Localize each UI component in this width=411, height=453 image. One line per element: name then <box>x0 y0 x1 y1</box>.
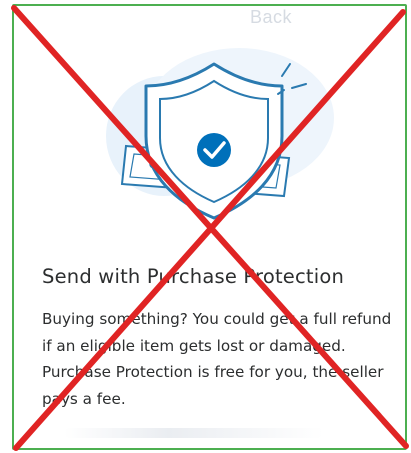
faded-bottom-element <box>64 428 324 438</box>
description-text: Buying something? You could get a full r… <box>42 310 392 408</box>
page: Back Send with Purchase Protection Buyin… <box>0 0 411 453</box>
page-title: Send with Purchase Protection <box>42 265 345 288</box>
shield-checkmark-icon <box>106 48 334 220</box>
purchase-protection-card: Back Send with Purchase Protection Buyin… <box>12 4 407 450</box>
check-circle <box>197 133 231 167</box>
